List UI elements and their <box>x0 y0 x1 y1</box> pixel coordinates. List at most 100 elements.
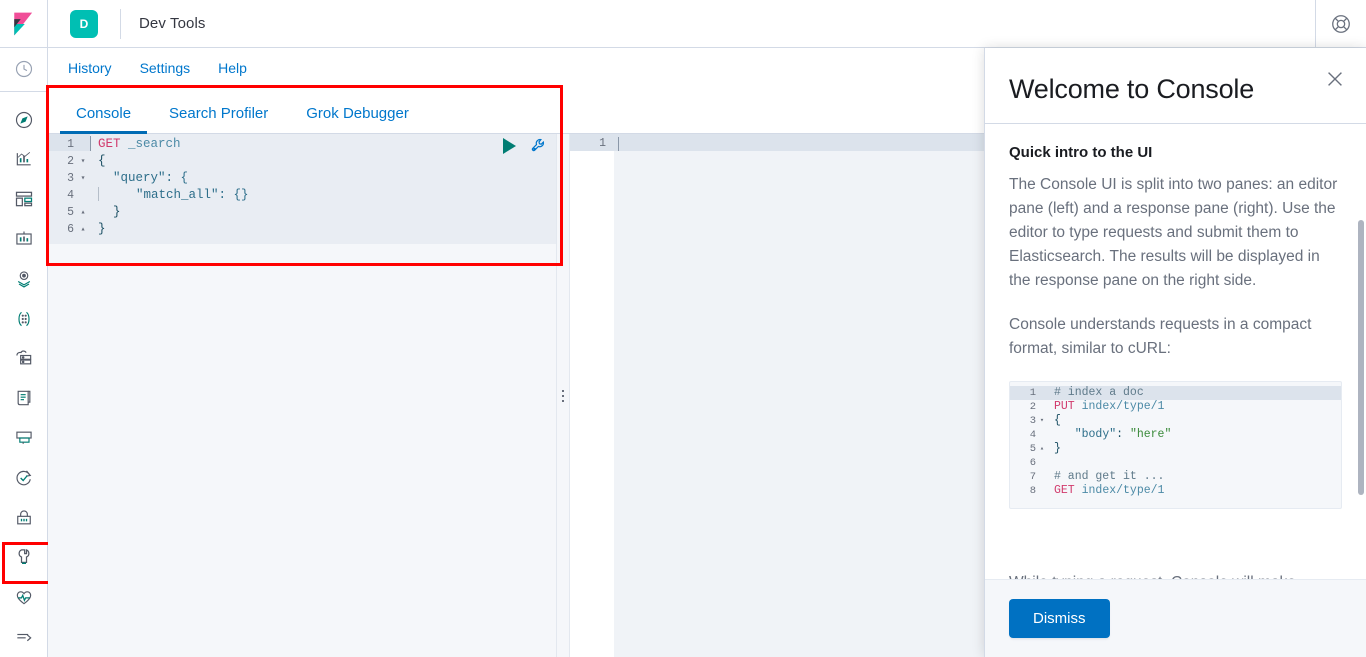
nav-link-help[interactable]: Help <box>210 56 255 80</box>
help-life-ring-icon[interactable] <box>1330 13 1352 35</box>
map-pin-icon <box>17 271 30 288</box>
lock-icon <box>16 510 31 525</box>
sidebar-item-stack-monitoring[interactable] <box>0 577 48 617</box>
fold-marker[interactable]: ▾ <box>76 153 90 170</box>
flyout-title: Welcome to Console <box>1009 74 1255 104</box>
http-method: GET <box>1054 484 1075 497</box>
page-title: Dev Tools <box>139 15 206 32</box>
kibana-logo[interactable] <box>0 0 48 48</box>
heart-pulse-icon <box>16 591 31 605</box>
code-text: } <box>98 205 121 219</box>
graph-nodes-icon <box>17 311 30 326</box>
sidebar-item-canvas[interactable] <box>0 219 48 259</box>
tab-search-profiler[interactable]: Search Profiler <box>153 105 284 133</box>
tab-console[interactable]: Console <box>60 105 148 134</box>
kibana-logo-icon <box>13 12 32 35</box>
flyout-code-snippet: 1 # index a doc 2 PUT index/type/1 3 ▾ {… <box>1009 381 1342 509</box>
left-nav-sidebar <box>0 48 54 657</box>
pane-resizer[interactable] <box>556 134 570 657</box>
request-editor[interactable]: 1 GET _search 2 ▾ { 3 ▾ "query": {4 "ma… <box>48 134 556 244</box>
text-cursor <box>90 136 91 151</box>
fold-marker: ▴ <box>1039 445 1045 453</box>
sidebar-item-apm[interactable] <box>0 418 48 458</box>
code-line: 5 ▴ } <box>48 204 556 221</box>
presentation-icon <box>15 231 32 245</box>
code-text: } <box>1054 442 1061 455</box>
fold-marker[interactable]: ▴ <box>76 204 90 221</box>
line-number: 6 <box>1029 457 1036 469</box>
code-line: 4 "match_all": {} <box>48 187 556 204</box>
grip-dots-icon <box>562 389 564 402</box>
code-text: "match_all": {} <box>90 187 249 204</box>
sidebar-item-siem[interactable] <box>0 498 48 538</box>
play-triangle-icon[interactable] <box>503 138 516 154</box>
snippet-line: 6 <box>1010 456 1341 470</box>
flyout-footer: Dismiss <box>985 579 1366 657</box>
clock-icon <box>15 61 32 78</box>
line-number: 2 <box>67 155 74 168</box>
flyout-header: Welcome to Console <box>985 48 1366 124</box>
sidebar-item-dev-tools[interactable] <box>0 538 54 584</box>
fold-marker: ▾ <box>1039 417 1045 425</box>
snippet-line: 5 ▴ } <box>1010 442 1341 456</box>
sidebar-item-visualize[interactable] <box>0 140 48 180</box>
sidebar-item-logs[interactable] <box>0 378 48 418</box>
line-number: 5 <box>1029 443 1036 455</box>
line-number: 1 <box>570 134 614 151</box>
flyout-section-heading: Quick intro to the UI <box>1009 144 1153 161</box>
editor-action-icons <box>503 137 548 155</box>
code-line: 6 ▴ } <box>48 221 556 238</box>
snippet-line: 8 GET index/type/1 <box>1010 484 1341 498</box>
close-icon[interactable] <box>1324 68 1346 90</box>
code-text: GET index/type/1 <box>1048 484 1164 498</box>
flyout-paragraph-1: The Console UI is split into two panes: … <box>1009 176 1338 289</box>
snippet-line: 2 PUT index/type/1 <box>1010 400 1341 414</box>
sidebar-item-infrastructure[interactable] <box>0 339 48 379</box>
app-badge: D <box>70 9 98 38</box>
wrench-icon <box>18 549 29 565</box>
fold-marker[interactable]: ▾ <box>76 170 90 187</box>
monitor-screen-icon <box>15 431 32 444</box>
kibana-dev-tools-window: D Dev Tools History Settings Help Consol… <box>0 0 1366 657</box>
code-text: # and get it ... <box>1054 470 1165 483</box>
nav-link-history[interactable]: History <box>60 56 120 80</box>
http-method: PUT <box>1054 400 1075 413</box>
request-editor-pane[interactable]: 1 GET _search 2 ▾ { 3 ▾ "query": {4 "ma… <box>48 134 556 657</box>
sidebar-item-recently-viewed[interactable] <box>0 48 48 92</box>
sidebar-item-machine-learning[interactable] <box>0 299 48 339</box>
header-divider <box>120 8 121 39</box>
wrench-icon[interactable] <box>530 137 548 155</box>
header-actions <box>1315 0 1366 48</box>
uptime-check-icon <box>15 470 31 486</box>
storage-stack-icon <box>15 350 31 365</box>
line-number: 1 <box>1029 387 1036 399</box>
code-text: # index a doc <box>1054 386 1144 399</box>
response-gutter: 1 <box>570 134 614 657</box>
sidebar-item-uptime[interactable] <box>0 458 48 498</box>
code-text: "query": { <box>98 171 189 185</box>
flyout-paragraph-3: While typing a request, Console will mak… <box>1009 571 1342 579</box>
dashboard-grid-icon <box>15 191 32 207</box>
sidebar-item-dashboard[interactable] <box>0 179 48 219</box>
nav-link-settings[interactable]: Settings <box>132 56 199 80</box>
http-method: GET <box>98 137 121 151</box>
flyout-scrollbar[interactable] <box>1358 220 1364 495</box>
code-line: 3 ▾ "query": { <box>48 170 556 187</box>
flyout-body: Quick intro to the UI The Console UI is … <box>985 124 1366 579</box>
code-text: { <box>98 154 106 168</box>
sidebar-item-collapse-nav[interactable] <box>0 617 48 657</box>
tab-grok-debugger[interactable]: Grok Debugger <box>290 105 425 133</box>
compass-icon <box>15 111 32 128</box>
snippet-line: 1 # index a doc <box>1010 386 1341 400</box>
dismiss-button[interactable]: Dismiss <box>1009 599 1110 638</box>
code-text-inner: "match_all": {} <box>106 188 249 202</box>
sidebar-item-maps[interactable] <box>0 259 48 299</box>
snippet-line: 7 # and get it ... <box>1010 470 1341 484</box>
snippet-line: 4 "body": "here" <box>1010 428 1341 442</box>
sidebar-item-discover[interactable] <box>0 100 48 140</box>
fold-marker[interactable]: ▴ <box>76 221 90 238</box>
code-text: PUT index/type/1 <box>1048 400 1164 414</box>
line-number: 3 <box>1029 415 1036 427</box>
request-path: _search <box>120 137 181 151</box>
code-text: { <box>1054 414 1061 427</box>
